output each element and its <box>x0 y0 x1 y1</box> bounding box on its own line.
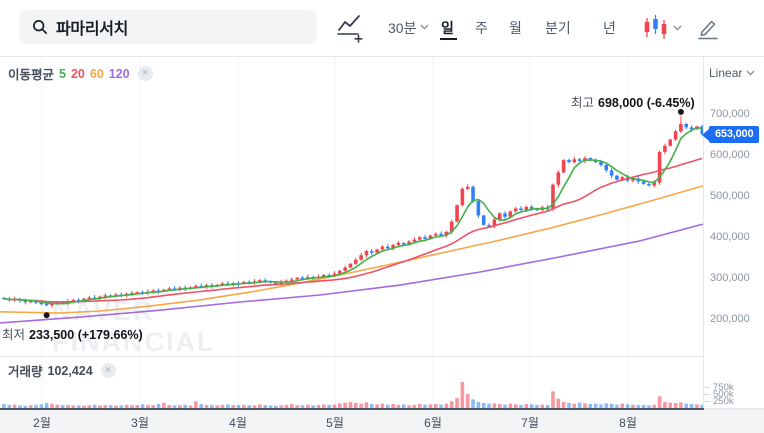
current-price-badge: 653,000 <box>701 126 760 143</box>
tab-30min[interactable]: 30분 <box>388 18 416 38</box>
volume-axis-tick <box>704 401 710 402</box>
tab-quarter[interactable]: 분기 <box>545 18 571 38</box>
draw-pencil-icon[interactable] <box>697 15 719 40</box>
ma-period-5: 5 <box>59 66 66 81</box>
price-axis-label: 500,000 <box>710 190 750 202</box>
low-price-annotation: 최저 233,500 (+179.66%) <box>2 328 143 342</box>
time-axis-strip[interactable]: 2월 3월 4월 5월 6월 7월 8월 <box>0 410 764 433</box>
search-icon <box>33 20 48 35</box>
volume-legend: 거래량 102,424 × <box>8 361 116 380</box>
toolbar: 파마리서치 30분 일 주 월 분기 년 <box>0 0 764 56</box>
chevron-down-icon <box>673 25 682 31</box>
price-axis-label: 200,000 <box>710 313 750 325</box>
tab-month[interactable]: 월 <box>509 18 522 38</box>
month-label: 5월 <box>326 416 344 430</box>
price-axis-label: 700,000 <box>710 108 750 120</box>
line-chart-add-icon[interactable] <box>337 13 364 43</box>
month-label: 6월 <box>424 416 442 430</box>
month-label: 4월 <box>229 416 247 430</box>
chevron-down-icon <box>746 70 755 76</box>
price-axis-label: 300,000 <box>710 272 750 284</box>
scale-label: Linear <box>709 66 743 80</box>
volume-axis-tick <box>704 387 710 388</box>
chevron-down-icon <box>420 24 429 30</box>
month-label: 3월 <box>131 416 149 430</box>
candle-chart-type-icon[interactable] <box>643 13 668 41</box>
tab-year[interactable]: 년 <box>603 18 616 38</box>
volume-axis-label: 250k <box>713 396 734 407</box>
stock-chart-app: NAVER FINANCIAL 2월 3월 4월 5월 6월 7월 8월 파마리서치 30분… <box>0 0 764 433</box>
price-axis-label: 400,000 <box>710 231 750 243</box>
month-label: 2월 <box>33 416 51 430</box>
stock-search-input[interactable]: 파마리서치 <box>19 10 317 44</box>
tab-day[interactable]: 일 <box>441 18 454 38</box>
month-label: 8월 <box>619 416 637 430</box>
ma-legend-title: 이동평균 <box>8 68 55 82</box>
volume-value: 102,424 <box>47 363 93 378</box>
axis-gutter-border <box>703 57 704 409</box>
volume-title: 거래량 <box>8 365 43 379</box>
ma-period-120: 120 <box>108 66 130 81</box>
volume-pane-separator <box>0 356 703 357</box>
ma-period-60: 60 <box>89 66 104 81</box>
scale-selector[interactable]: Linear <box>709 66 755 80</box>
search-value: 파마리서치 <box>56 21 129 38</box>
price-axis-label: 600,000 <box>710 149 750 161</box>
high-price-annotation: 최고 698,000 (-6.45%) <box>571 96 695 110</box>
toolbar-divider <box>0 56 764 57</box>
close-icon[interactable]: × <box>137 66 153 81</box>
month-label: 7월 <box>521 416 539 430</box>
moving-average-legend: 이동평균 5 20 60 120 × <box>8 64 153 83</box>
volume-axis-tick <box>704 394 710 395</box>
active-tab-underline <box>440 38 457 40</box>
close-icon[interactable]: × <box>100 363 116 378</box>
tab-week[interactable]: 주 <box>475 18 488 38</box>
ma-period-20: 20 <box>70 66 85 81</box>
